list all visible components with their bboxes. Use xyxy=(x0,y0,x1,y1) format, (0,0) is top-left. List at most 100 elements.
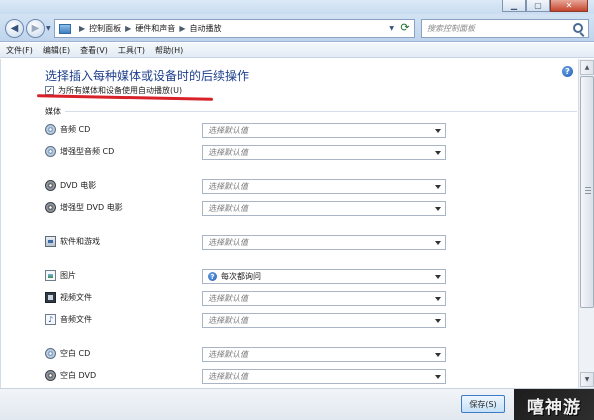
forward-button[interactable]: ▶ xyxy=(26,19,45,38)
help-icon[interactable]: ? xyxy=(562,66,573,77)
dropdown-arrow-icon[interactable] xyxy=(435,297,441,301)
recent-pages-dropdown[interactable]: ▼ xyxy=(46,25,51,32)
cd-icon xyxy=(45,124,56,135)
address-dropdown-icon[interactable]: ▼ xyxy=(389,25,394,32)
watermark-logo: 嘻神游 xyxy=(514,389,594,420)
scroll-up-button[interactable]: ▲ xyxy=(580,60,594,75)
media-label: 空白 DVD xyxy=(60,371,97,380)
media-row-audio-files: ♪ 音频文件 xyxy=(45,314,92,325)
dropdown-arrow-icon[interactable] xyxy=(435,241,441,245)
scroll-thumb[interactable] xyxy=(580,76,594,308)
media-select-pictures[interactable]: ? 每次都询问 xyxy=(202,269,446,284)
maximize-button[interactable]: ▢ xyxy=(526,0,550,12)
search-icon[interactable] xyxy=(573,23,583,33)
page-title: 选择插入每种媒体或设备时的后续操作 xyxy=(45,69,250,83)
media-select-software-games[interactable]: 选择默认值 xyxy=(202,235,446,250)
save-button[interactable]: 保存(S) xyxy=(461,395,505,413)
media-select-dvd-movie[interactable]: 选择默认值 xyxy=(202,179,446,194)
select-value: 选择默认值 xyxy=(208,204,248,213)
search-input[interactable] xyxy=(427,24,567,33)
grip-line xyxy=(585,190,591,191)
media-row-blank-dvd: 空白 DVD xyxy=(45,370,96,381)
grip-line xyxy=(585,187,591,188)
menu-view[interactable]: 查看(V) xyxy=(80,45,108,56)
media-label: 增强型 DVD 电影 xyxy=(60,203,123,212)
dvd-icon xyxy=(45,370,56,381)
media-label: 空白 CD xyxy=(60,349,91,358)
navigation-bar: ◀ ▶ ▼ ▶ 控制面板 ▶ 硬件和声音 ▶ 自动播放 ▼ ⟳ xyxy=(0,14,594,42)
breadcrumb-separator[interactable]: ▶ xyxy=(125,24,131,33)
dropdown-arrow-icon[interactable] xyxy=(435,185,441,189)
media-row-blank-cd: 空白 CD xyxy=(45,348,90,359)
media-row-enhanced-audio-cd: 增强型音频 CD xyxy=(45,146,114,157)
media-select-enhanced-dvd-movie[interactable]: 选择默认值 xyxy=(202,201,446,216)
window-controls: ▁ ▢ ✕ xyxy=(502,0,588,12)
control-panel-icon xyxy=(59,23,71,34)
cd-icon xyxy=(45,348,56,359)
media-label: 音频文件 xyxy=(60,315,92,324)
dropdown-arrow-icon[interactable] xyxy=(435,375,441,379)
media-label: 视频文件 xyxy=(60,293,92,302)
footer-bar: 保存(S) 嘻神游 xyxy=(0,388,594,420)
back-button[interactable]: ◀ xyxy=(5,19,24,38)
menu-tools[interactable]: 工具(T) xyxy=(118,45,145,56)
media-label: 软件和游戏 xyxy=(60,237,100,246)
audio-file-icon: ♪ xyxy=(45,314,56,325)
select-value: 选择默认值 xyxy=(208,182,248,191)
select-value: 选择默认值 xyxy=(208,238,248,247)
select-value: 选择默认值 xyxy=(208,294,248,303)
media-select-audio-cd[interactable]: 选择默认值 xyxy=(202,123,446,138)
select-value: 选择默认值 xyxy=(208,148,248,157)
section-label-media: 媒体 xyxy=(45,107,61,116)
media-row-pictures: 图片 xyxy=(45,270,76,281)
menu-bar: 文件(F) 编辑(E) 查看(V) 工具(T) 帮助(H) xyxy=(0,43,594,58)
media-select-enhanced-audio-cd[interactable]: 选择默认值 xyxy=(202,145,446,160)
cd-icon xyxy=(45,146,56,157)
breadcrumb-hardware-sound[interactable]: 硬件和声音 xyxy=(135,23,175,34)
media-row-video-files: 视频文件 xyxy=(45,292,92,303)
media-select-video-files[interactable]: 选择默认值 xyxy=(202,291,446,306)
grip-line xyxy=(585,193,591,194)
question-icon: ? xyxy=(208,272,217,281)
dropdown-arrow-icon[interactable] xyxy=(435,151,441,155)
select-value: 选择默认值 xyxy=(208,316,248,325)
media-label: 图片 xyxy=(60,271,76,280)
dropdown-arrow-icon[interactable] xyxy=(435,207,441,211)
select-value: 每次都询问 xyxy=(221,272,261,281)
breadcrumb-separator[interactable]: ▶ xyxy=(79,24,85,33)
media-select-blank-dvd[interactable]: 选择默认值 xyxy=(202,369,446,384)
breadcrumb-separator[interactable]: ▶ xyxy=(179,24,185,33)
dropdown-arrow-icon[interactable] xyxy=(435,353,441,357)
dropdown-arrow-icon[interactable] xyxy=(435,319,441,323)
picture-icon xyxy=(45,270,56,281)
select-value: 选择默认值 xyxy=(208,126,248,135)
watermark-text: 嘻神游 xyxy=(527,397,581,418)
section-divider xyxy=(65,111,577,112)
close-button[interactable]: ✕ xyxy=(550,0,588,12)
breadcrumb-autoplay[interactable]: 自动播放 xyxy=(189,23,221,34)
title-bar: ▁ ▢ ✕ xyxy=(0,0,594,14)
media-row-audio-cd: 音频 CD xyxy=(45,124,90,135)
minimize-button[interactable]: ▁ xyxy=(502,0,526,12)
software-icon xyxy=(45,236,56,247)
breadcrumb-control-panel[interactable]: 控制面板 xyxy=(89,23,121,34)
address-bar[interactable]: ▶ 控制面板 ▶ 硬件和声音 ▶ 自动播放 ▼ xyxy=(54,19,415,38)
vertical-scrollbar[interactable]: ▲ ▼ xyxy=(578,59,594,388)
media-select-audio-files[interactable]: 选择默认值 xyxy=(202,313,446,328)
autoplay-settings-panel: 选择插入每种媒体或设备时的后续操作 ? ✓ 为所有媒体和设备使用自动播放(U) … xyxy=(0,59,578,388)
dvd-icon xyxy=(45,180,56,191)
media-label: DVD 电影 xyxy=(60,181,97,190)
menu-help[interactable]: 帮助(H) xyxy=(155,45,183,56)
media-select-blank-cd[interactable]: 选择默认值 xyxy=(202,347,446,362)
scroll-down-button[interactable]: ▼ xyxy=(580,372,594,387)
search-box[interactable] xyxy=(421,19,589,38)
media-row-dvd-movie: DVD 电影 xyxy=(45,180,96,191)
dropdown-arrow-icon[interactable] xyxy=(435,129,441,133)
media-row-enhanced-dvd-movie: 增强型 DVD 电影 xyxy=(45,202,123,213)
video-icon xyxy=(45,292,56,303)
dropdown-arrow-icon[interactable] xyxy=(435,275,441,279)
menu-edit[interactable]: 编辑(E) xyxy=(43,45,70,56)
refresh-icon[interactable]: ⟳ xyxy=(398,20,412,34)
menu-file[interactable]: 文件(F) xyxy=(6,45,33,56)
dvd-icon xyxy=(45,202,56,213)
